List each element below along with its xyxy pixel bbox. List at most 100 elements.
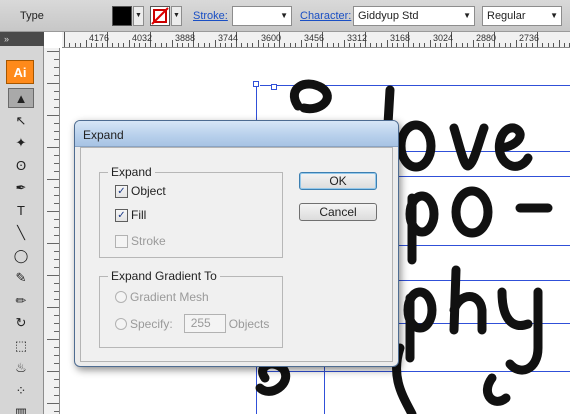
ruler-tick [54, 235, 59, 236]
gradient-mesh-label: Gradient Mesh [130, 290, 209, 304]
ruler-tick [348, 43, 350, 47]
direct-selection-tool[interactable]: ↖ [8, 111, 34, 131]
ruler-tick [300, 40, 302, 47]
ruler-tick [54, 91, 59, 92]
tools-panel: » Ai ▲ ↖ ✦ ʘ ✒ T ╲ ◯ ✎ ✏ ↻ ⬚ ♨ ⁘ ▥ [0, 32, 44, 414]
ok-button[interactable]: OK [299, 172, 377, 190]
ruler-tick [47, 243, 59, 244]
scale-tool[interactable]: ⬚ [8, 336, 34, 356]
ruler-tick [467, 43, 469, 47]
ruler-tick [440, 43, 442, 47]
letter-stroke [449, 123, 489, 171]
rotate-tool[interactable]: ↻ [8, 313, 34, 333]
ruler-tick [54, 155, 59, 156]
letter-stroke [497, 287, 543, 375]
specify-label: Specify: [130, 316, 173, 331]
pen-tool[interactable]: ✒ [8, 178, 34, 198]
stroke-weight-field[interactable]: ▼ [232, 6, 292, 26]
ruler-tick [54, 355, 59, 356]
stroke-checkbox-label: Stroke [131, 234, 166, 248]
specify-objects-input: 255 [183, 314, 226, 333]
ruler-tick [526, 43, 528, 47]
magic-wand-tool[interactable]: ✦ [8, 133, 34, 153]
letter-stroke [482, 373, 511, 406]
ruler-tick [54, 347, 59, 348]
ellipse-tool[interactable]: ◯ [8, 246, 34, 266]
ruler-tick [54, 411, 59, 412]
horizontal-ruler[interactable]: 4176 4032 3888 3744 3600 3456 3312 3168 3024 2880… [62, 32, 570, 48]
ruler-tick [289, 43, 291, 47]
ruler-tick [381, 43, 383, 47]
ruler-tick [112, 43, 114, 47]
object-checkbox-label[interactable]: Object [131, 184, 166, 198]
vertical-ruler[interactable] [44, 48, 60, 414]
ruler-tick [343, 40, 345, 47]
pencil-tool[interactable]: ✏ [8, 291, 34, 311]
ruler-tick [54, 283, 59, 284]
ruler-tick [47, 307, 59, 308]
ruler-tick [209, 43, 211, 47]
specify-radio [115, 317, 127, 330]
ruler-tick [434, 43, 436, 47]
ruler-tick [563, 43, 565, 47]
lasso-tool[interactable]: ʘ [8, 156, 34, 176]
fill-checkbox[interactable]: ✓ [115, 208, 128, 222]
warp-tool[interactable]: ♨ [8, 358, 34, 378]
selection-tool[interactable]: ▲ [8, 88, 34, 108]
expand-dialog: Expand Expand ✓ Object ✓ Fill Stroke Exp… [74, 120, 399, 367]
collapse-icon[interactable]: » [4, 34, 9, 44]
fill-color-swatch[interactable] [112, 6, 132, 26]
ruler-tick [47, 179, 59, 180]
ruler-tick [332, 43, 334, 47]
symbol-sprayer-tool[interactable]: ⁘ [8, 381, 34, 401]
ruler-tick [54, 323, 59, 324]
expand-group-label: Expand [108, 165, 155, 179]
tools-panel-header[interactable]: » [0, 32, 44, 46]
ruler-tick [499, 43, 501, 47]
ruler-tick [54, 251, 59, 252]
ruler-tick [171, 40, 173, 47]
character-link[interactable]: Character: [300, 10, 351, 22]
object-checkbox-row[interactable]: ✓ Object [115, 184, 166, 198]
ruler-tick [54, 163, 59, 164]
ruler-tick [257, 40, 259, 47]
type-tool[interactable]: T [8, 201, 34, 221]
cancel-button[interactable]: Cancel [299, 203, 377, 221]
object-checkbox[interactable]: ✓ [115, 184, 128, 198]
fill-checkbox-label[interactable]: Fill [131, 208, 146, 222]
paintbrush-tool[interactable]: ✎ [8, 268, 34, 288]
objects-label: Objects [228, 316, 270, 331]
ruler-tick [54, 363, 59, 364]
ruler-tick [54, 171, 59, 172]
stroke-color-swatch[interactable] [150, 6, 170, 26]
ruler-tick [47, 339, 59, 340]
font-style-dropdown[interactable]: Regular ▼ [482, 6, 562, 26]
ruler-tick [176, 43, 178, 47]
stroke-dropdown-arrow[interactable]: ▼ [171, 6, 182, 26]
fill-checkbox-row[interactable]: ✓ Fill [115, 208, 146, 222]
ruler-tick [54, 331, 59, 332]
ruler-tick [477, 43, 479, 47]
ruler-label: 4032 [132, 33, 153, 43]
ruler-tick [359, 43, 361, 47]
stroke-link[interactable]: Stroke: [193, 10, 228, 22]
ruler-tick [305, 43, 307, 47]
column-graph-tool[interactable]: ▥ [8, 403, 34, 414]
fill-dropdown-arrow[interactable]: ▼ [133, 6, 144, 26]
ruler-tick [47, 403, 59, 404]
ruler-tick [54, 99, 59, 100]
ruler-label: 3168 [390, 33, 411, 43]
stroke-checkbox-row: Stroke [115, 234, 166, 248]
font-style-value: Regular [487, 10, 526, 22]
ruler-tick [402, 43, 404, 47]
ruler-tick [547, 43, 549, 47]
ruler-tick [96, 43, 98, 47]
ruler-tick [54, 75, 59, 76]
font-family-value: Giddyup Std [358, 10, 419, 22]
line-segment-tool[interactable]: ╲ [8, 223, 34, 243]
font-family-dropdown[interactable]: Giddyup Std ▼ [353, 6, 475, 26]
control-bar: Type ▼ ▼ Stroke: ▼ Character: Giddyup St… [0, 0, 570, 32]
dialog-title[interactable]: Expand [75, 121, 398, 147]
ruler-tick [182, 43, 184, 47]
ruler-tick [327, 43, 329, 47]
